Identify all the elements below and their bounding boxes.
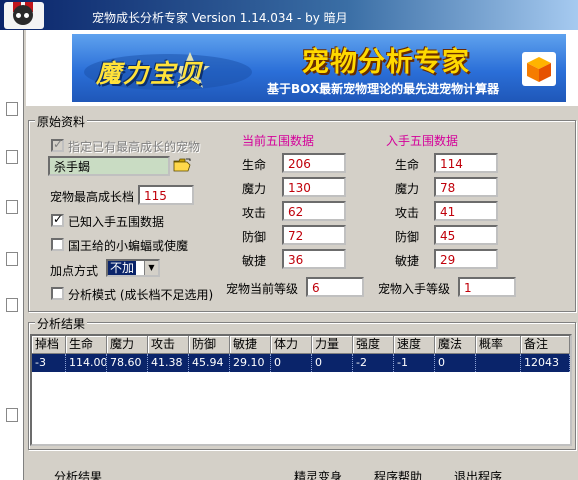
bat-label: 国王给的小蝙蝠或使魔 (68, 239, 189, 253)
current-agi-field[interactable]: 36 (282, 249, 346, 269)
column-header[interactable]: 力量 (312, 336, 353, 354)
current-level-label: 宠物当前等级 (226, 282, 299, 296)
known-stats-checkbox[interactable] (51, 212, 64, 227)
current-mp-field[interactable]: 130 (282, 177, 346, 197)
current-stat-label: 魔力 (242, 182, 267, 196)
strip-marker (6, 102, 18, 116)
footer-elf-transform[interactable]: 精灵变身 (294, 468, 342, 480)
current-atk-field[interactable]: 62 (282, 201, 346, 221)
current-level-field[interactable]: 6 (306, 277, 364, 297)
column-header[interactable]: 攻击 (148, 336, 189, 354)
strip-marker (6, 252, 18, 266)
acquire-stats-header: 入手五围数据 (386, 134, 459, 148)
strip-marker (6, 408, 18, 422)
add-mode-value: 不加 (108, 261, 137, 275)
logo-face (13, 5, 33, 25)
table-cell: 12043 (521, 354, 570, 372)
column-header[interactable]: 备注 (521, 336, 570, 354)
results-group-label: 分析结果 (35, 315, 88, 332)
banner: 魔力宝贝 宠物分析专家 基于BOX最新宠物理论的最先进宠物计算器 (26, 30, 578, 106)
column-header[interactable]: 敏捷 (230, 336, 271, 354)
table-cell: 41.38 (148, 354, 189, 372)
table-cell: -1 (394, 354, 435, 372)
logo-eye-left (16, 13, 21, 18)
analysis-mode-checkbox[interactable] (51, 287, 64, 300)
add-mode-select[interactable]: 不加 ▼ (106, 259, 160, 277)
acquire-atk-field[interactable]: 41 (434, 201, 498, 221)
current-stat-label: 攻击 (242, 206, 267, 220)
footer-menu: 分析结果 精灵变身 程序帮助 退出程序 (26, 466, 578, 480)
results-table[interactable]: 掉档 生命 魔力 攻击 防御 敏捷 体力 力量 强度 速度 魔法 概率 备注 -… (30, 334, 572, 446)
max-growth-field[interactable]: 115 (138, 185, 194, 205)
table-cell: 0 (435, 354, 476, 372)
acquire-stat-label: 生命 (395, 158, 420, 172)
column-header[interactable]: 魔法 (435, 336, 476, 354)
brand-name: 魔力宝贝 (96, 59, 205, 88)
max-growth-label: 宠物最高成长档 (50, 190, 135, 204)
acquire-def-field[interactable]: 45 (434, 225, 498, 245)
table-row[interactable]: -3 114.00 78.60 41.38 45.94 29.10 0 0 -2… (32, 354, 570, 372)
current-hp-field[interactable]: 206 (282, 153, 346, 173)
banner-panel: 魔力宝贝 宠物分析专家 基于BOX最新宠物理论的最先进宠物计算器 (72, 34, 566, 102)
footer-help[interactable]: 程序帮助 (374, 468, 422, 480)
table-cell: 114.00 (66, 354, 107, 372)
acquire-stat-label: 敏捷 (395, 254, 420, 268)
current-stat-label: 敏捷 (242, 254, 267, 268)
bat-checkbox[interactable] (51, 238, 64, 251)
current-stat-label: 防御 (242, 230, 267, 244)
banner-subtitle: 基于BOX最新宠物理论的最先进宠物计算器 (267, 82, 500, 96)
column-header[interactable]: 生命 (66, 336, 107, 354)
table-cell: -2 (353, 354, 394, 372)
acquire-mp-field[interactable]: 78 (434, 177, 498, 197)
add-mode-label: 加点方式 (50, 264, 99, 278)
column-header[interactable]: 掉档 (32, 336, 66, 354)
strip-marker (6, 298, 18, 312)
current-stat-label: 生命 (242, 158, 267, 172)
column-header[interactable]: 魔力 (107, 336, 148, 354)
chevron-down-icon[interactable]: ▼ (144, 261, 158, 275)
acquire-agi-field[interactable]: 29 (434, 249, 498, 269)
table-cell: 0 (312, 354, 353, 372)
pet-name-field[interactable]: 杀手蝎 (48, 156, 170, 176)
table-cell (476, 354, 521, 372)
acquire-level-field[interactable]: 1 (458, 277, 516, 297)
open-folder-icon[interactable] (173, 158, 191, 172)
column-header[interactable]: 体力 (271, 336, 312, 354)
known-stats-label: 已知入手五围数据 (68, 215, 165, 229)
footer-analysis-results[interactable]: 分析结果 (54, 468, 102, 480)
cube-icon (522, 52, 556, 86)
column-header[interactable]: 防御 (189, 336, 230, 354)
column-header[interactable]: 强度 (353, 336, 394, 354)
specify-pet-label: 指定已有最高成长的宠物 (68, 140, 201, 154)
results-table-header: 掉档 生命 魔力 攻击 防御 敏捷 体力 力量 强度 速度 魔法 概率 备注 (32, 336, 570, 354)
specify-pet-checkbox[interactable] (51, 137, 64, 152)
current-def-field[interactable]: 72 (282, 225, 346, 245)
footer-exit[interactable]: 退出程序 (454, 468, 502, 480)
raw-data-group-label: 原始资料 (35, 113, 88, 130)
strip-marker (6, 150, 18, 164)
acquire-stat-label: 攻击 (395, 206, 420, 220)
acquire-hp-field[interactable]: 114 (434, 153, 498, 173)
banner-title: 宠物分析专家 (302, 47, 470, 78)
window-title: 宠物成长分析专家 Version 1.14.034 - by 暗月 (92, 11, 348, 25)
logo-eye-right (24, 13, 29, 18)
acquire-stat-label: 魔力 (395, 182, 420, 196)
title-bar[interactable]: 宠物成长分析专家 Version 1.14.034 - by 暗月 (0, 0, 578, 30)
column-header[interactable]: 概率 (476, 336, 521, 354)
acquire-level-label: 宠物入手等级 (378, 282, 451, 296)
left-side-strip (0, 30, 24, 480)
app-logo-icon (4, 2, 44, 29)
acquire-stat-label: 防御 (395, 230, 420, 244)
table-cell: 29.10 (230, 354, 271, 372)
column-header[interactable]: 速度 (394, 336, 435, 354)
table-cell: 45.94 (189, 354, 230, 372)
strip-marker (6, 200, 18, 214)
analysis-mode-label: 分析模式 (成长档不足选用) (68, 288, 214, 302)
table-cell: 0 (271, 354, 312, 372)
table-cell: -3 (32, 354, 66, 372)
table-cell: 78.60 (107, 354, 148, 372)
current-stats-header: 当前五围数据 (242, 134, 315, 148)
